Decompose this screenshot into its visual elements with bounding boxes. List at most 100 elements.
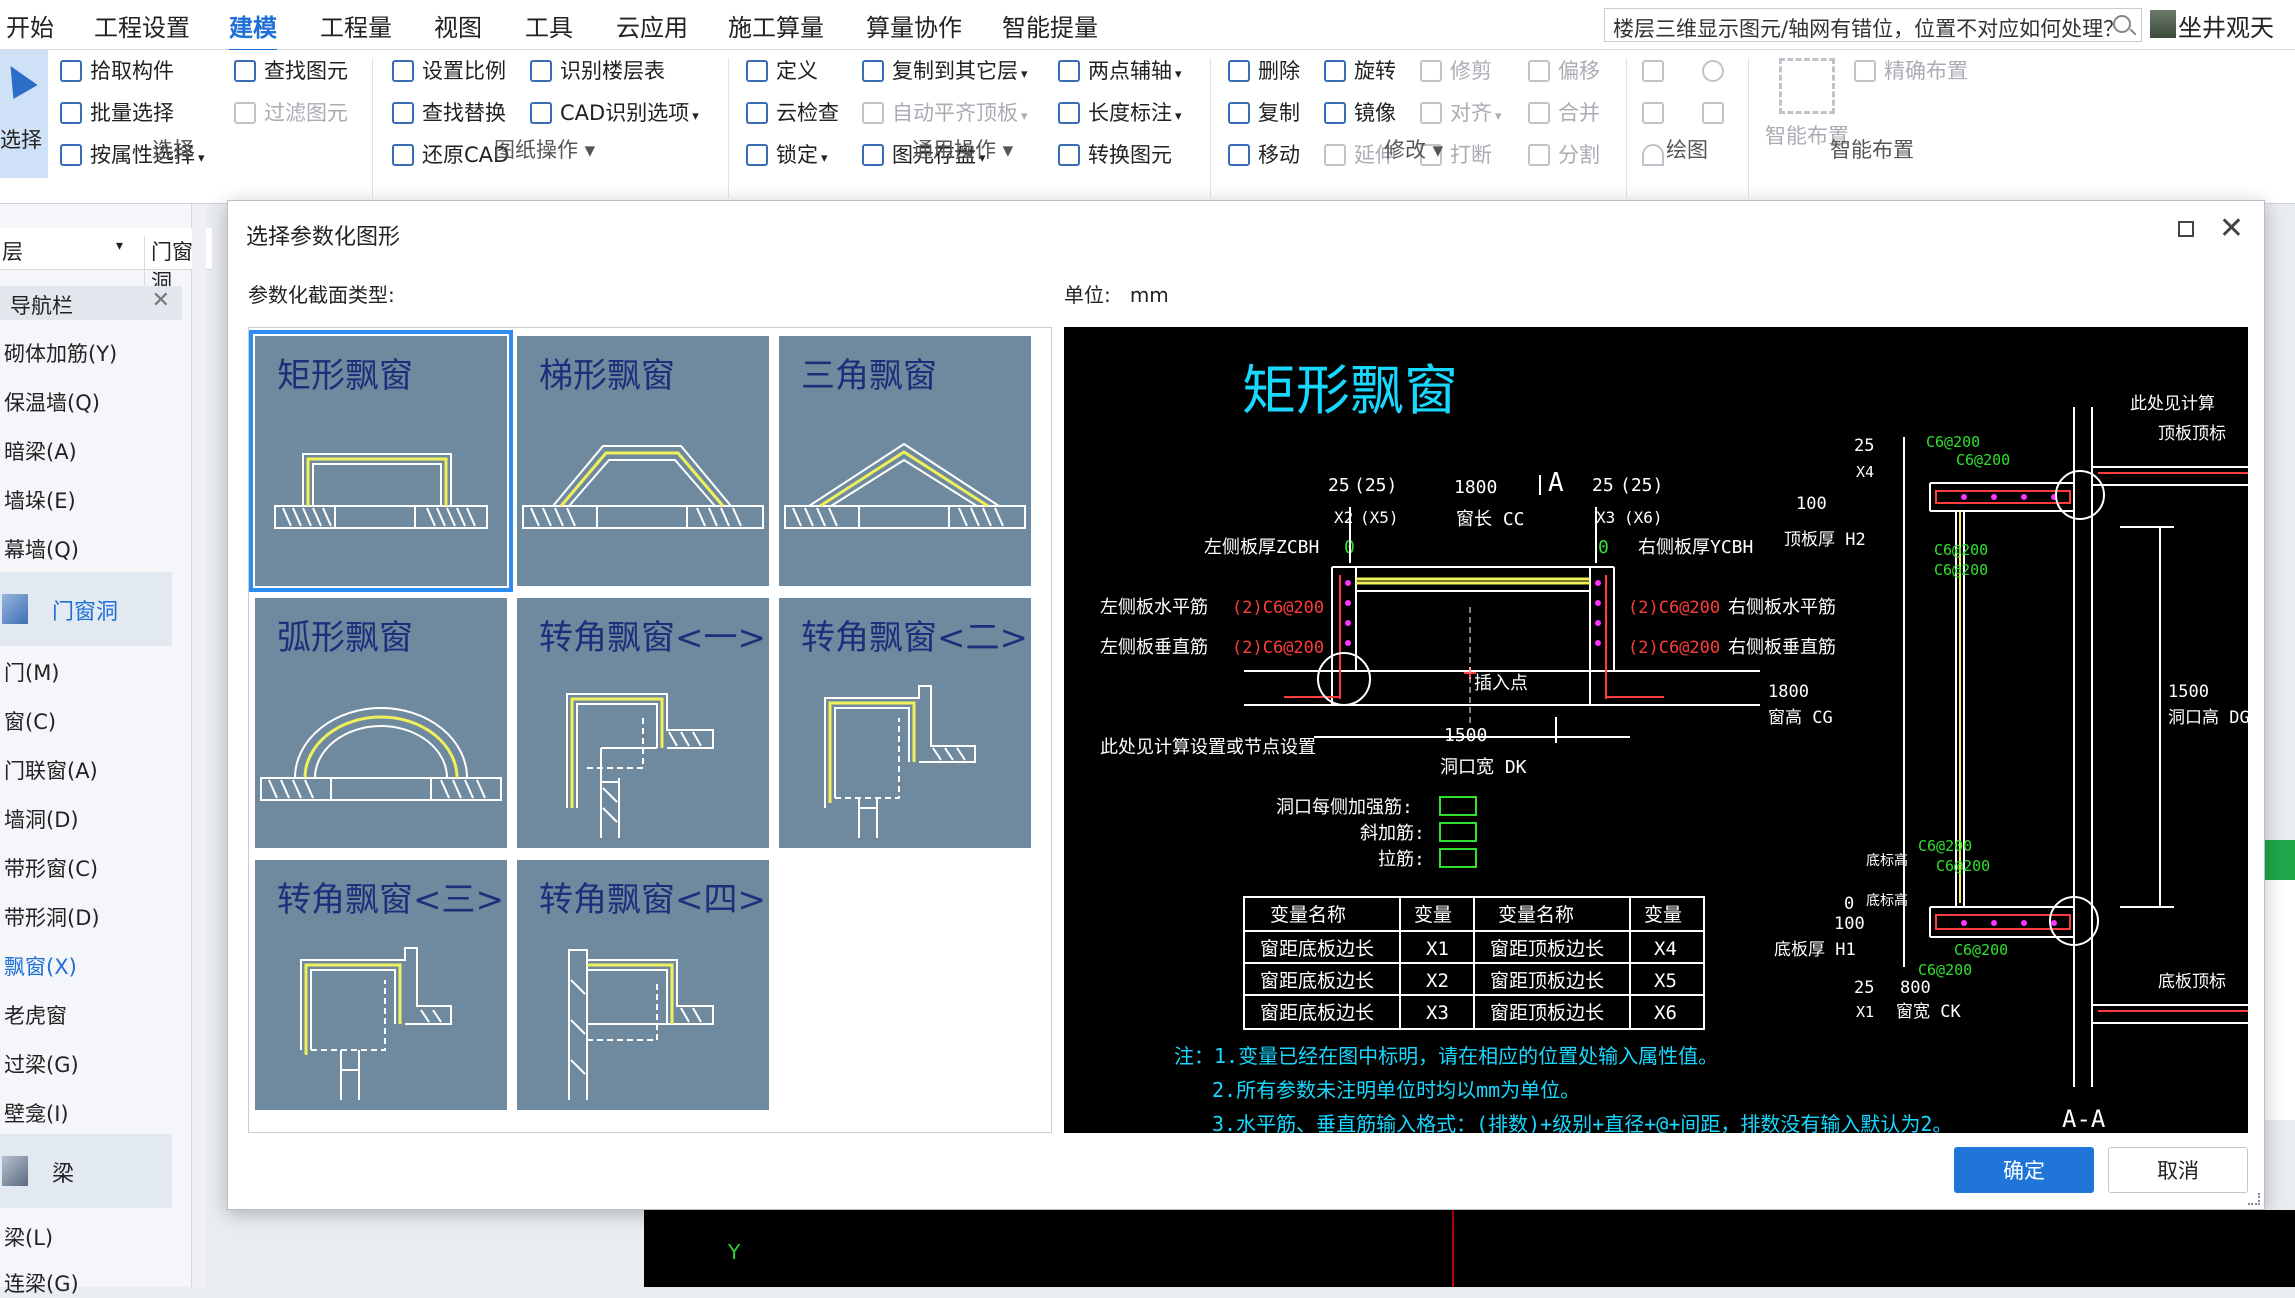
restore-cad-button[interactable]: 还原CAD [390, 140, 509, 170]
batch-select-button[interactable]: 批量选择 [58, 98, 174, 128]
draw-point-button[interactable] [1640, 56, 1666, 86]
cad-label: 窗高 CG [1768, 708, 1833, 728]
menu-collab[interactable]: 算量协作 [866, 8, 962, 43]
nav-category-beams[interactable]: 梁 [0, 1134, 172, 1208]
draw-arc-button[interactable] [1640, 140, 1666, 170]
pick-component-button[interactable]: 拾取构件 [58, 56, 174, 86]
menu-cloud[interactable]: 云应用 [616, 8, 688, 43]
shape-tile-triangle-bay-window[interactable]: 三角飘窗 [779, 336, 1031, 586]
cad-value: (2)C6@200 [1232, 598, 1324, 618]
convert-icon [1058, 144, 1080, 166]
copy-button[interactable]: 复制 [1226, 98, 1300, 128]
nav-item[interactable]: 带形窗(C) [4, 853, 98, 883]
nav-item[interactable]: 墙垛(E) [4, 485, 76, 515]
chevron-down-icon[interactable]: ▾ [116, 238, 123, 254]
corner-bay-window-3-icon [300, 947, 452, 1100]
offset-button[interactable]: 偏移 [1526, 56, 1600, 86]
shape-tile-trapezoid-bay-window[interactable]: 梯形飘窗 [517, 336, 769, 586]
draw-line-button[interactable] [1640, 98, 1666, 128]
define-icon [746, 60, 768, 82]
drawing-canvas[interactable] [644, 1210, 2295, 1287]
trim-button[interactable]: 修剪 [1418, 56, 1492, 86]
nav-item[interactable]: 窗(C) [4, 706, 56, 736]
layer-dropdown[interactable]: 层 [2, 236, 23, 266]
shape-tile-corner-bay-window-1[interactable]: 转角飘窗<一> [517, 598, 769, 848]
cad-options-button[interactable]: CAD识别选项 ▾ [528, 98, 699, 128]
ok-button[interactable]: 确定 [1954, 1147, 2094, 1193]
move-button[interactable]: 移动 [1226, 140, 1300, 170]
menu-smart-extract[interactable]: 智能提量 [1002, 8, 1098, 43]
two-point-axis-button[interactable]: 两点辅轴 ▾ [1056, 56, 1182, 86]
shape-tile-corner-bay-window-4[interactable]: 转角飘窗<四> [517, 860, 769, 1110]
nav-item[interactable]: 壁龛(I) [4, 1098, 69, 1128]
filter-element-button[interactable]: 过滤图元 [232, 98, 348, 128]
nav-item[interactable]: 连梁(G) [4, 1268, 79, 1298]
menu-tools[interactable]: 工具 [525, 8, 573, 43]
group-drawing-label[interactable]: 图纸操作 ▾ [494, 134, 595, 164]
close-icon[interactable]: ✕ [2219, 211, 2244, 246]
table-header: 变量名称 [1498, 904, 1574, 926]
nav-item[interactable]: 过梁(G) [4, 1049, 79, 1079]
section-type-label: 参数化截面类型: [248, 283, 395, 307]
draw-circle-button[interactable] [1700, 56, 1726, 86]
nav-item[interactable]: 墙洞(D) [4, 804, 79, 834]
copy-to-layer-button[interactable]: 复制到其它层 ▾ [860, 56, 1028, 86]
nav-category-doors-windows[interactable]: 门窗洞 [0, 572, 172, 646]
menu-quantities[interactable]: 工程量 [320, 8, 392, 43]
lock-button[interactable]: 锁定 ▾ [744, 140, 828, 170]
cad-dim: 100 [1796, 494, 1827, 514]
cad-label: 底标高 [1866, 852, 1908, 869]
delete-button[interactable]: 删除 [1226, 56, 1300, 86]
help-search-input[interactable]: 楼层三维显示图元/轴网有错位，位置不对应如何处理？ [1604, 8, 2142, 42]
resize-grip-icon[interactable] [2248, 1193, 2260, 1205]
mirror-button[interactable]: 镜像 [1322, 98, 1396, 128]
nav-item[interactable]: 老虎窗 [4, 1000, 67, 1030]
nav-item-bay-window[interactable]: 飘窗(X) [4, 951, 77, 981]
nav-item[interactable]: 门联窗(A) [4, 755, 98, 785]
convert-element-button[interactable]: 转换图元 [1056, 140, 1172, 170]
auto-flat-button[interactable]: 自动平齐顶板 ▾ [860, 98, 1028, 128]
nav-item[interactable]: 幕墙(Q) [4, 534, 79, 564]
align-button[interactable]: 对齐 ▾ [1418, 98, 1502, 128]
set-scale-button[interactable]: 设置比例 [390, 56, 506, 86]
nav-item[interactable]: 暗梁(A) [4, 436, 77, 466]
draw-rect-button[interactable] [1700, 98, 1726, 128]
move-icon [1228, 144, 1250, 166]
define-button[interactable]: 定义 [744, 56, 818, 86]
close-icon[interactable]: ✕ [152, 288, 170, 313]
menu-construction[interactable]: 施工算量 [728, 8, 824, 43]
shape-tile-corner-bay-window-3[interactable]: 转角飘窗<三> [255, 860, 507, 1110]
exact-layout-button[interactable]: 精确布置 [1852, 56, 1968, 86]
avatar[interactable] [2150, 10, 2176, 38]
menu-project-settings[interactable]: 工程设置 [94, 8, 190, 43]
user-name[interactable]: 坐井观天 [2178, 8, 2274, 43]
menu-view[interactable]: 视图 [434, 8, 482, 43]
group-common-label[interactable]: 通用操作 ▾ [912, 134, 1013, 164]
table-cell: X6 [1654, 1002, 1677, 1024]
menu-modeling[interactable]: 建模 [229, 8, 277, 52]
cloud-check-button[interactable]: 云检查 [744, 98, 839, 128]
menu-start[interactable]: 开始 [6, 8, 54, 43]
select-label: 选择 [0, 128, 42, 152]
group-modify-label[interactable]: 修改 ▾ [1384, 134, 1443, 164]
search-icon[interactable] [2113, 15, 2131, 33]
recognize-floor-table-button[interactable]: 识别楼层表 [528, 56, 665, 86]
rotate-button[interactable]: 旋转 [1322, 56, 1396, 86]
find-element-button[interactable]: 查找图元 [232, 56, 348, 86]
splitter[interactable] [192, 204, 206, 1287]
find-replace-button[interactable]: 查找替换 [390, 98, 506, 128]
select-big-button[interactable]: 选择 [0, 50, 48, 178]
shape-tile-corner-bay-window-2[interactable]: 转角飘窗<二> [779, 598, 1031, 848]
length-mark-button[interactable]: 长度标注 ▾ [1056, 98, 1182, 128]
nav-item[interactable]: 保温墙(Q) [4, 387, 100, 417]
nav-item[interactable]: 梁(L) [4, 1222, 53, 1252]
nav-item[interactable]: 门(M) [4, 657, 60, 687]
maximize-icon[interactable] [2178, 221, 2194, 237]
nav-item[interactable]: 带形洞(D) [4, 902, 100, 932]
nav-item[interactable]: 砌体加筋(Y) [4, 338, 117, 368]
shape-tile-rect-bay-window[interactable]: 矩形飘窗 [249, 330, 513, 592]
cancel-button[interactable]: 取消 [2108, 1147, 2248, 1193]
split-button[interactable]: 分割 [1526, 140, 1600, 170]
shape-tile-arc-bay-window[interactable]: 弧形飘窗 [255, 598, 507, 848]
merge-button[interactable]: 合并 [1526, 98, 1600, 128]
